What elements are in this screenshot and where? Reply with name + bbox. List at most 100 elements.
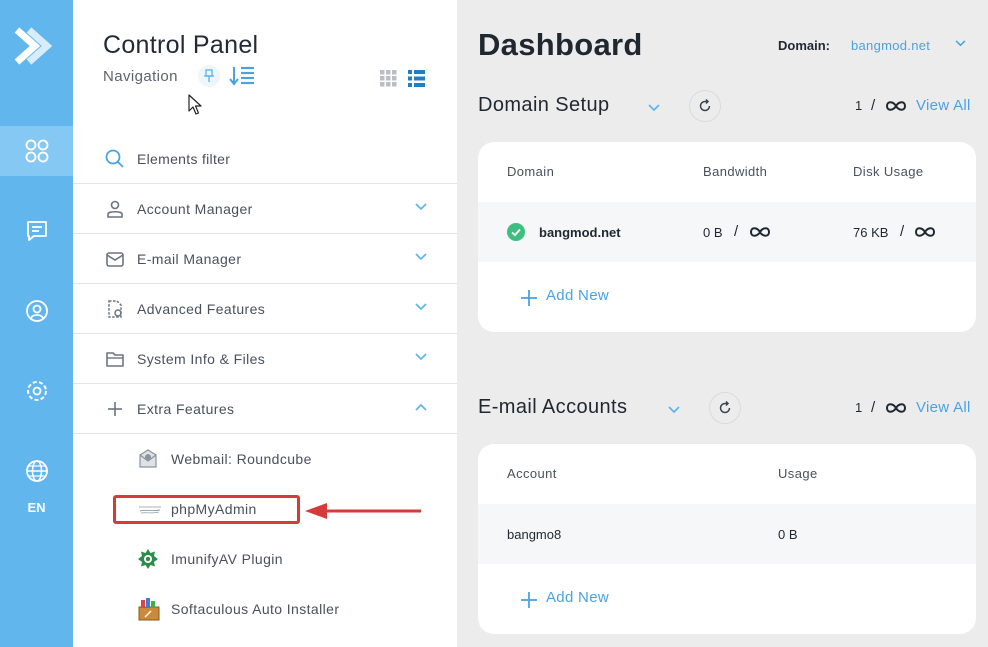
email-count: 1	[855, 400, 863, 415]
extra-item-label: Webmail: Roundcube	[171, 451, 312, 467]
nav-section-system-info[interactable]: System Info & Files	[73, 334, 457, 384]
table-row[interactable]: bangmod.net 0 B / 76 KB /	[478, 202, 976, 262]
rail-language-button[interactable]	[0, 446, 73, 496]
infinity-icon	[885, 101, 907, 111]
extra-item-roundcube[interactable]: Webmail: Roundcube	[73, 434, 457, 484]
icon-rail: EN	[0, 0, 73, 647]
email-accounts-title: E-mail Accounts	[478, 396, 628, 418]
domain-selector[interactable]: bangmod.net	[851, 38, 930, 53]
section-label: E-mail Manager	[137, 251, 242, 267]
domain-setup-card: Domain Bandwidth Disk Usage bangmod.net …	[478, 142, 976, 332]
chevron-down-icon[interactable]	[955, 40, 966, 47]
list-mode-toggle[interactable]	[229, 65, 255, 92]
disk-separator: /	[900, 223, 905, 240]
roundcube-icon	[139, 449, 157, 468]
pin-icon	[204, 69, 214, 82]
email-view-all-link[interactable]: View All	[916, 399, 971, 416]
chevron-down-icon	[415, 303, 427, 311]
count-separator: /	[871, 399, 876, 416]
panel-title: Control Panel	[103, 31, 259, 59]
email-add-new-button[interactable]: Add New	[546, 589, 609, 606]
grid-circles-icon	[25, 139, 48, 163]
rail-dashboard-button[interactable]	[0, 126, 73, 176]
rail-messages-button[interactable]	[0, 206, 73, 256]
nav-section-advanced-features[interactable]: Advanced Features	[73, 284, 457, 334]
column-header-bandwidth: Bandwidth	[703, 164, 768, 179]
plus-icon	[108, 402, 122, 416]
infinity-icon	[749, 227, 771, 237]
domain-setup-refresh-button[interactable]	[689, 90, 721, 122]
chevron-down-icon	[415, 353, 427, 361]
imunify-icon	[138, 549, 158, 569]
chevron-up-icon	[415, 403, 427, 411]
panel-subtitle: Navigation	[103, 68, 178, 85]
elements-filter-label: Elements filter	[137, 151, 231, 167]
extra-item-label: Softaculous Auto Installer	[171, 601, 340, 617]
nav-section-account-manager[interactable]: Account Manager	[73, 184, 457, 234]
domain-add-new-button[interactable]: Add New	[546, 287, 609, 304]
envelope-icon	[106, 252, 124, 267]
count-separator: /	[871, 97, 876, 114]
plus-icon	[521, 290, 537, 306]
elements-filter[interactable]: Elements filter	[73, 134, 457, 184]
user-circle-icon	[25, 300, 48, 322]
globe-icon	[25, 460, 48, 482]
domain-count: 1	[855, 98, 863, 113]
grid-view-button[interactable]	[380, 70, 397, 92]
section-label: Account Manager	[137, 201, 253, 217]
mouse-cursor-icon	[188, 94, 202, 115]
plus-icon	[521, 592, 537, 608]
page-title: Dashboard	[478, 27, 643, 62]
domain-selector-label: Domain:	[778, 38, 830, 53]
navigation-panel: Control Panel Navigation Elements filter…	[73, 0, 457, 647]
section-label: System Info & Files	[137, 351, 266, 367]
column-header-usage: Usage	[778, 466, 818, 481]
extra-item-imunifyav[interactable]: ImunifyAV Plugin	[73, 534, 457, 584]
search-icon	[105, 149, 124, 168]
bandwidth-cell: 0 B	[703, 225, 723, 240]
softaculous-icon	[138, 598, 160, 621]
usage-cell: 0 B	[778, 527, 798, 542]
domain-view-all-link[interactable]: View All	[916, 97, 971, 114]
folder-icon	[106, 352, 124, 367]
list-indent-icon	[229, 66, 254, 86]
table-row[interactable]: bangmo8 0 B	[478, 504, 976, 564]
highlight-box	[113, 495, 300, 524]
column-header-account: Account	[507, 466, 557, 481]
message-icon	[26, 221, 47, 241]
rail-account-button[interactable]	[0, 286, 73, 336]
grid-icon	[380, 70, 397, 87]
user-icon	[107, 200, 123, 218]
chevron-down-icon	[415, 253, 427, 261]
column-header-disk-usage: Disk Usage	[853, 164, 924, 179]
advanced-doc-icon	[108, 300, 122, 318]
domain-name-cell[interactable]: bangmod.net	[539, 225, 621, 240]
rail-settings-button[interactable]	[0, 366, 73, 416]
chevron-down-icon[interactable]	[648, 104, 660, 112]
bandwidth-separator: /	[734, 223, 739, 240]
chevron-down-icon[interactable]	[668, 406, 680, 414]
domain-setup-title: Domain Setup	[478, 94, 610, 116]
section-label: Advanced Features	[137, 301, 266, 317]
pin-button[interactable]	[198, 65, 220, 87]
section-label: Extra Features	[137, 401, 235, 417]
nav-section-extra-features[interactable]: Extra Features	[73, 384, 457, 434]
refresh-icon	[699, 99, 711, 112]
email-accounts-card: Account Usage bangmo8 0 B Add New	[478, 444, 976, 634]
list-view-button[interactable]	[408, 70, 425, 92]
extra-item-label: ImunifyAV Plugin	[171, 551, 283, 567]
check-circle-icon	[507, 223, 525, 241]
language-code[interactable]: EN	[0, 500, 73, 515]
disk-usage-cell: 76 KB	[853, 225, 889, 240]
gear-icon	[26, 381, 47, 401]
main-content: Dashboard Domain: bangmod.net Domain Set…	[457, 0, 988, 647]
infinity-icon	[885, 403, 907, 413]
logo-icon[interactable]	[13, 24, 53, 68]
email-accounts-refresh-button[interactable]	[709, 392, 741, 424]
refresh-icon	[719, 401, 731, 414]
nav-section-email-manager[interactable]: E-mail Manager	[73, 234, 457, 284]
column-header-domain: Domain	[507, 164, 555, 179]
extra-item-softaculous[interactable]: Softaculous Auto Installer	[73, 584, 457, 634]
list-icon	[408, 70, 425, 87]
account-name-cell[interactable]: bangmo8	[507, 527, 561, 542]
